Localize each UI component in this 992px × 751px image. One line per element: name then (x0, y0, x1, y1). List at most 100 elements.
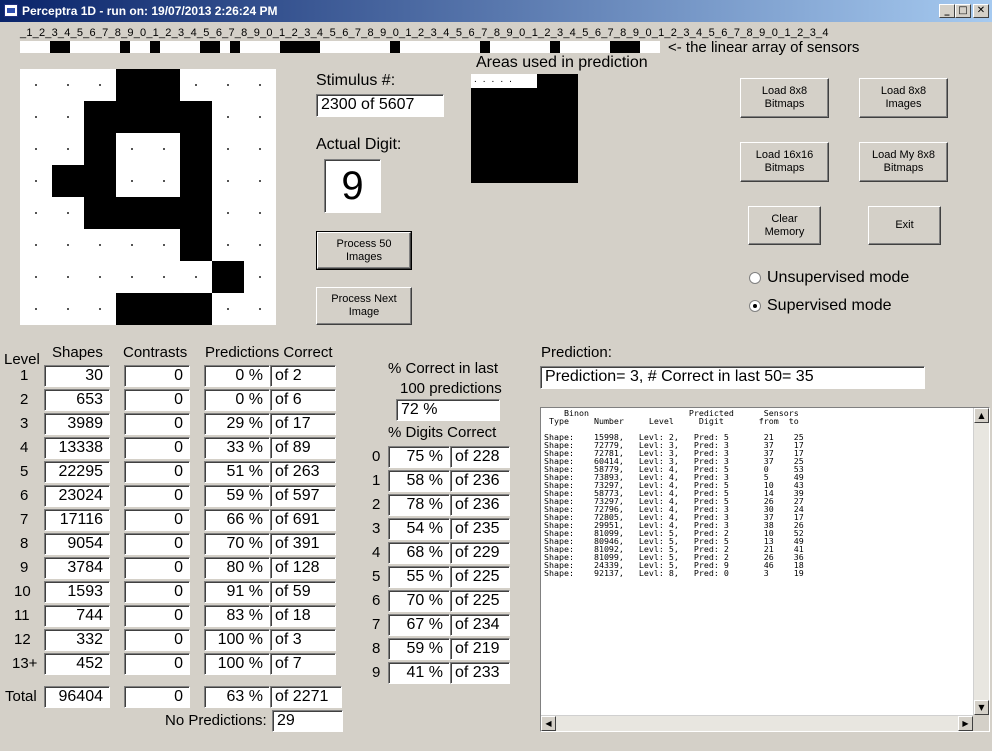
prediction-of-field[interactable]: of 59 (270, 581, 336, 603)
load-my-8x8-bitmaps-button[interactable]: Load My 8x8 Bitmaps (859, 142, 948, 182)
prediction-of-field[interactable]: of 3 (270, 629, 336, 651)
maximize-button[interactable]: □ (955, 4, 971, 18)
actual-digit-field[interactable]: 9 (324, 159, 381, 213)
contrasts-field[interactable]: 0 (124, 437, 190, 459)
contrasts-field[interactable]: 0 (124, 605, 190, 627)
digit-pct-field[interactable]: 55 % (388, 566, 450, 588)
digit-pct-field[interactable]: 75 % (388, 446, 450, 468)
shapes-field[interactable]: 23024 (44, 485, 110, 507)
total-contrasts-field[interactable]: 0 (124, 686, 190, 708)
total-shapes-field[interactable]: 96404 (44, 686, 110, 708)
supervised-mode-label[interactable]: Supervised mode (767, 297, 892, 315)
contrasts-field[interactable]: 0 (124, 653, 190, 675)
digit-pct-field[interactable]: 67 % (388, 614, 450, 636)
shapes-field[interactable]: 13338 (44, 437, 110, 459)
digit-pct-field[interactable]: 70 % (388, 590, 450, 612)
prediction-of-field[interactable]: of 89 (270, 437, 336, 459)
shapes-field[interactable]: 744 (44, 605, 110, 627)
shapes-field[interactable]: 3989 (44, 413, 110, 435)
supervised-mode-radio[interactable] (749, 300, 761, 312)
prediction-pct-field[interactable]: 100 % (204, 653, 270, 675)
load-8x8-bitmaps-button[interactable]: Load 8x8 Bitmaps (740, 78, 829, 118)
prediction-pct-field[interactable]: 91 % (204, 581, 270, 603)
binon-log-textbox[interactable]: Binon Predicted Sensors Type Number Leve… (540, 407, 990, 732)
digit-pct-field[interactable]: 68 % (388, 542, 450, 564)
vertical-scrollbar[interactable]: ▲ ▼ (973, 408, 989, 715)
prediction-pct-field[interactable]: 0 % (204, 389, 270, 411)
stimulus-field[interactable]: 2300 of 5607 (316, 94, 444, 117)
scroll-left-icon[interactable]: ◀ (541, 716, 556, 731)
prediction-pct-field[interactable]: 33 % (204, 437, 270, 459)
prediction-of-field[interactable]: of 691 (270, 509, 336, 531)
digit-pct-field[interactable]: 59 % (388, 638, 450, 660)
title-bar[interactable]: Perceptra 1D - run on: 19/07/2013 2:26:2… (0, 0, 992, 22)
close-button[interactable]: ✕ (973, 4, 989, 18)
prediction-of-field[interactable]: of 391 (270, 533, 336, 555)
digit-of-field[interactable]: of 225 (450, 566, 510, 588)
digit-pct-field[interactable]: 78 % (388, 494, 450, 516)
app-icon[interactable] (4, 4, 18, 17)
prediction-pct-field[interactable]: 59 % (204, 485, 270, 507)
prediction-field[interactable]: Prediction= 3, # Correct in last 50= 35 (540, 366, 925, 389)
contrasts-field[interactable]: 0 (124, 413, 190, 435)
shapes-field[interactable]: 653 (44, 389, 110, 411)
shapes-field[interactable]: 332 (44, 629, 110, 651)
prediction-pct-field[interactable]: 100 % (204, 629, 270, 651)
contrasts-field[interactable]: 0 (124, 509, 190, 531)
process-50-images-button[interactable]: Process 50 Images (316, 231, 412, 270)
prediction-pct-field[interactable]: 80 % (204, 557, 270, 579)
total-of-field[interactable]: of 2271 (270, 686, 342, 708)
prediction-of-field[interactable]: of 6 (270, 389, 336, 411)
digit-pct-field[interactable]: 41 % (388, 662, 450, 684)
unsupervised-mode-label[interactable]: Unsupervised mode (767, 269, 909, 287)
contrasts-field[interactable]: 0 (124, 533, 190, 555)
shapes-field[interactable]: 1593 (44, 581, 110, 603)
prediction-pct-field[interactable]: 51 % (204, 461, 270, 483)
contrasts-field[interactable]: 0 (124, 365, 190, 387)
total-pct-field[interactable]: 63 % (204, 686, 270, 708)
digit-of-field[interactable]: of 229 (450, 542, 510, 564)
digit-pct-field[interactable]: 54 % (388, 518, 450, 540)
shapes-field[interactable]: 9054 (44, 533, 110, 555)
shapes-field[interactable]: 3784 (44, 557, 110, 579)
prediction-pct-field[interactable]: 66 % (204, 509, 270, 531)
scroll-up-icon[interactable]: ▲ (974, 408, 989, 423)
shapes-field[interactable]: 452 (44, 653, 110, 675)
prediction-of-field[interactable]: of 128 (270, 557, 336, 579)
contrasts-field[interactable]: 0 (124, 461, 190, 483)
scroll-down-icon[interactable]: ▼ (974, 700, 989, 715)
prediction-pct-field[interactable]: 0 % (204, 365, 270, 387)
prediction-of-field[interactable]: of 2 (270, 365, 336, 387)
horizontal-scrollbar[interactable]: ◀ ▶ (541, 715, 973, 731)
unsupervised-mode-radio[interactable] (749, 272, 761, 284)
contrasts-field[interactable]: 0 (124, 629, 190, 651)
scroll-right-icon[interactable]: ▶ (958, 716, 973, 731)
digit-of-field[interactable]: of 236 (450, 494, 510, 516)
no-predictions-field[interactable]: 29 (272, 710, 343, 732)
prediction-pct-field[interactable]: 83 % (204, 605, 270, 627)
contrasts-field[interactable]: 0 (124, 581, 190, 603)
shapes-field[interactable]: 30 (44, 365, 110, 387)
prediction-pct-field[interactable]: 70 % (204, 533, 270, 555)
prediction-of-field[interactable]: of 597 (270, 485, 336, 507)
exit-button[interactable]: Exit (868, 206, 941, 245)
digit-of-field[interactable]: of 235 (450, 518, 510, 540)
prediction-of-field[interactable]: of 263 (270, 461, 336, 483)
digit-of-field[interactable]: of 236 (450, 470, 510, 492)
digit-of-field[interactable]: of 234 (450, 614, 510, 636)
shapes-field[interactable]: 22295 (44, 461, 110, 483)
shapes-field[interactable]: 17116 (44, 509, 110, 531)
load-8x8-images-button[interactable]: Load 8x8 Images (859, 78, 948, 118)
prediction-of-field[interactable]: of 17 (270, 413, 336, 435)
clear-memory-button[interactable]: Clear Memory (748, 206, 821, 245)
last-100-field[interactable]: 72 % (396, 399, 500, 421)
process-next-image-button[interactable]: Process Next Image (316, 287, 412, 325)
contrasts-field[interactable]: 0 (124, 485, 190, 507)
prediction-of-field[interactable]: of 7 (270, 653, 336, 675)
prediction-pct-field[interactable]: 29 % (204, 413, 270, 435)
load-16x16-bitmaps-button[interactable]: Load 16x16 Bitmaps (740, 142, 829, 182)
digit-of-field[interactable]: of 219 (450, 638, 510, 660)
minimize-button[interactable]: _ (939, 4, 955, 18)
digit-pct-field[interactable]: 58 % (388, 470, 450, 492)
digit-of-field[interactable]: of 228 (450, 446, 510, 468)
